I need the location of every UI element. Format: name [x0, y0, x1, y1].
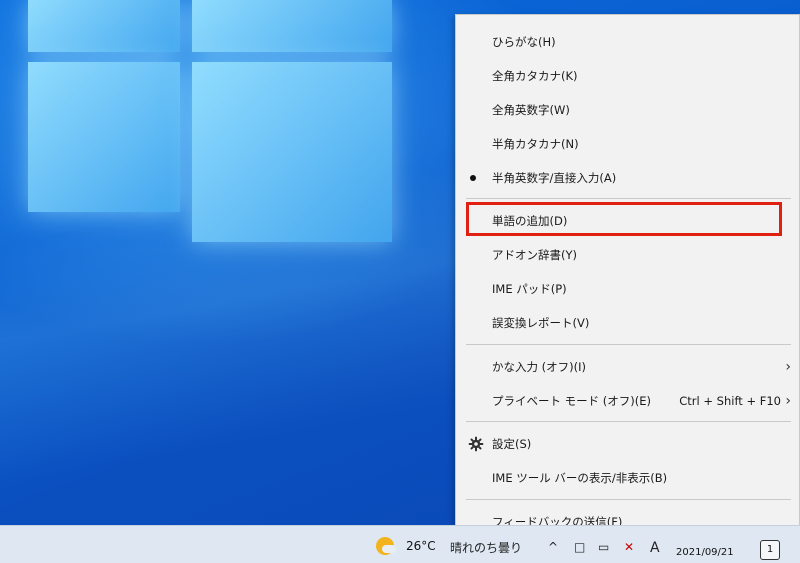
menu-item-hiragana[interactable]: ひらがな(H)	[456, 27, 799, 57]
menu-item-label: 半角英数字/直接入力(A)	[492, 171, 617, 185]
menu-item-halfwidth-alphanumeric-direct[interactable]: 半角英数字/直接入力(A)	[456, 163, 799, 193]
menu-item-private-mode[interactable]: プライベート モード (オフ)(E) Ctrl + Shift + F10 ›	[456, 386, 799, 416]
windows-logo-pane-bottom-left	[28, 62, 180, 212]
volume-muted-icon[interactable]: ✕	[624, 540, 634, 554]
menu-item-add-word[interactable]: 単語の追加(D)	[456, 206, 799, 236]
menu-item-label: IME ツール バーの表示/非表示(B)	[492, 471, 668, 485]
menu-item-label: ひらがな(H)	[492, 35, 556, 49]
menu-item-label: 誤変換レポート(V)	[492, 316, 590, 330]
menu-item-label: 設定(S)	[492, 437, 532, 451]
notification-center-icon[interactable]: 1	[760, 540, 780, 560]
windows-logo-pane-top-right	[192, 0, 392, 52]
menu-separator	[466, 421, 791, 422]
taskbar-date[interactable]: 2021/09/21	[676, 547, 734, 558]
menu-separator	[466, 198, 791, 199]
menu-item-label: プライベート モード (オフ)(E)	[492, 394, 652, 408]
gear-icon	[468, 436, 484, 452]
menu-item-settings[interactable]: 設定(S)	[456, 429, 799, 459]
menu-item-label: IME パッド(P)	[492, 282, 567, 296]
chevron-up-icon[interactable]: ^	[548, 540, 558, 554]
menu-item-addon-dictionary[interactable]: アドオン辞書(Y)	[456, 240, 799, 270]
menu-item-shortcut: Ctrl + Shift + F10	[679, 394, 781, 408]
ime-mode-indicator[interactable]: A	[650, 540, 660, 556]
menu-item-label: 全角カタカナ(K)	[492, 69, 578, 83]
menu-item-halfwidth-katakana[interactable]: 半角カタカナ(N)	[456, 129, 799, 159]
ime-context-menu: ひらがな(H) 全角カタカナ(K) 全角英数字(W) 半角カタカナ(N) 半角英…	[455, 14, 800, 540]
chevron-right-icon: ›	[785, 359, 791, 375]
weather-condition[interactable]: 晴れのち曇り	[450, 539, 522, 556]
menu-item-ime-pad[interactable]: IME パッド(P)	[456, 274, 799, 304]
windows-logo-pane-top-left	[28, 0, 180, 52]
menu-item-label: 単語の追加(D)	[492, 214, 568, 228]
menu-separator	[466, 344, 791, 345]
menu-separator	[466, 499, 791, 500]
windows-logo-pane-bottom-right	[192, 62, 392, 242]
menu-item-fullwidth-katakana[interactable]: 全角カタカナ(K)	[456, 61, 799, 91]
menu-item-label: かな入力 (オフ)(I)	[492, 360, 586, 374]
menu-item-label: 全角英数字(W)	[492, 103, 570, 117]
taskbar: 26°C 晴れのち曇り ^ □ ▭ ✕ A 2021/09/21 1	[0, 525, 800, 563]
menu-item-kana-input[interactable]: かな入力 (オフ)(I) ›	[456, 352, 799, 382]
network-icon[interactable]: □	[574, 540, 585, 554]
weather-partly-sunny-icon[interactable]	[376, 537, 396, 555]
menu-item-label: アドオン辞書(Y)	[492, 248, 577, 262]
menu-item-toggle-ime-toolbar[interactable]: IME ツール バーの表示/非表示(B)	[456, 463, 799, 493]
selected-bullet-icon	[470, 175, 476, 181]
menu-item-label: 半角カタカナ(N)	[492, 137, 579, 151]
chevron-right-icon: ›	[785, 393, 791, 409]
battery-icon[interactable]: ▭	[598, 540, 609, 554]
menu-item-conversion-error-report[interactable]: 誤変換レポート(V)	[456, 308, 799, 338]
menu-item-fullwidth-alphanumeric[interactable]: 全角英数字(W)	[456, 95, 799, 125]
weather-temperature[interactable]: 26°C	[406, 539, 436, 553]
